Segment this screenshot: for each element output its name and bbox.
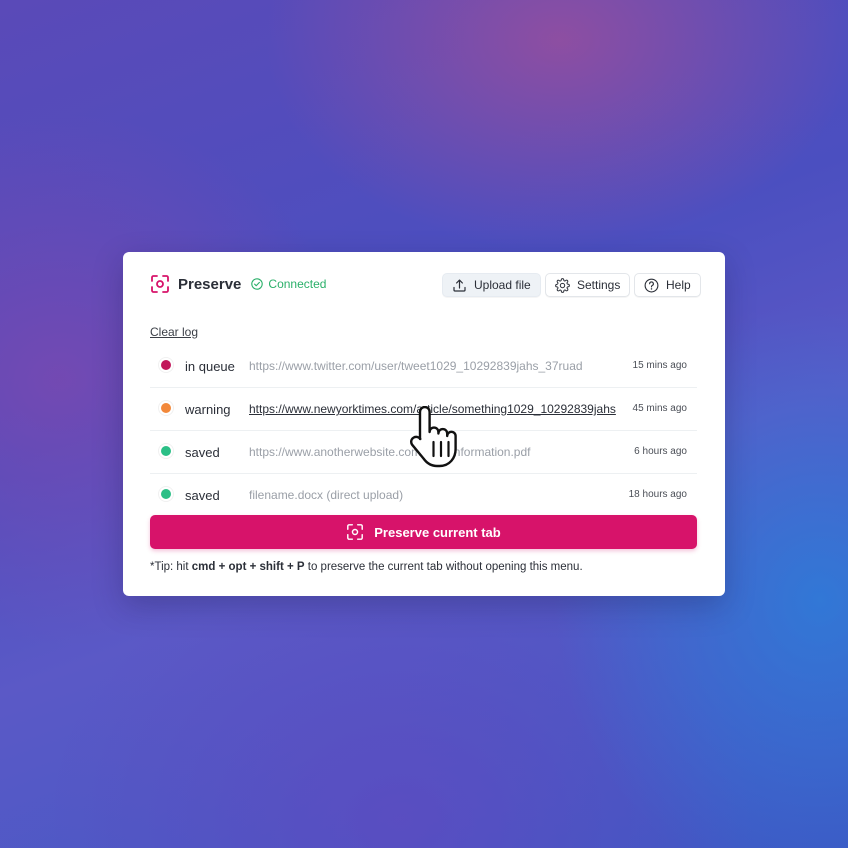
upload-icon: [453, 279, 466, 292]
hand-pointer-icon: [409, 406, 457, 468]
tip-shortcut: cmd + opt + shift + P: [191, 561, 305, 573]
focus-frame-icon: [150, 274, 170, 294]
focus-frame-icon: [347, 524, 364, 540]
log-status: saved: [185, 488, 220, 503]
connection-status-label: Connected: [268, 277, 327, 291]
log-url[interactable]: https://www.twitter.com/user/tweet1029_1…: [249, 359, 616, 373]
brand: Preserve Connected: [150, 274, 326, 294]
status-dot: [158, 357, 174, 373]
shortcut-tip: *Tip: hit cmd + opt + shift + P to prese…: [150, 561, 583, 573]
log-row[interactable]: in queue https://www.twitter.com/user/tw…: [150, 345, 697, 388]
log-status: saved: [185, 445, 220, 460]
help-button[interactable]: Help: [634, 273, 701, 297]
app-name: Preserve: [178, 275, 242, 293]
upload-file-button[interactable]: Upload file: [442, 273, 541, 297]
log-time: 45 mins ago: [632, 403, 687, 414]
tip-prefix: *Tip: hit: [150, 561, 192, 573]
preserve-current-tab-button[interactable]: Preserve current tab: [150, 515, 697, 549]
connection-status: Connected: [251, 277, 326, 291]
log-time: 18 hours ago: [628, 489, 687, 500]
clear-log-link[interactable]: Clear log: [150, 325, 198, 339]
upload-file-label: Upload file: [474, 278, 531, 292]
log-status: warning: [185, 402, 231, 417]
gear-icon: [555, 277, 570, 293]
check-circle-icon: [251, 278, 264, 290]
log-status: in queue: [185, 359, 235, 374]
log-time: 15 mins ago: [632, 360, 687, 371]
tip-suffix: to preserve the current tab without open…: [304, 561, 583, 573]
log-time: 6 hours ago: [634, 446, 687, 457]
status-dot: [158, 486, 174, 502]
question-circle-icon: [644, 278, 659, 292]
settings-label: Settings: [577, 278, 621, 292]
popup-header: Preserve Connected Upload file Settings: [123, 252, 725, 318]
log-url[interactable]: filename.docx (direct upload): [249, 488, 616, 502]
settings-button[interactable]: Settings: [545, 273, 631, 297]
status-dot: [158, 400, 174, 416]
status-dot: [158, 443, 174, 459]
log-row[interactable]: saved filename.docx (direct upload) 18 h…: [150, 474, 697, 517]
help-label: Help: [666, 278, 691, 292]
preserve-current-tab-label: Preserve current tab: [374, 524, 501, 540]
